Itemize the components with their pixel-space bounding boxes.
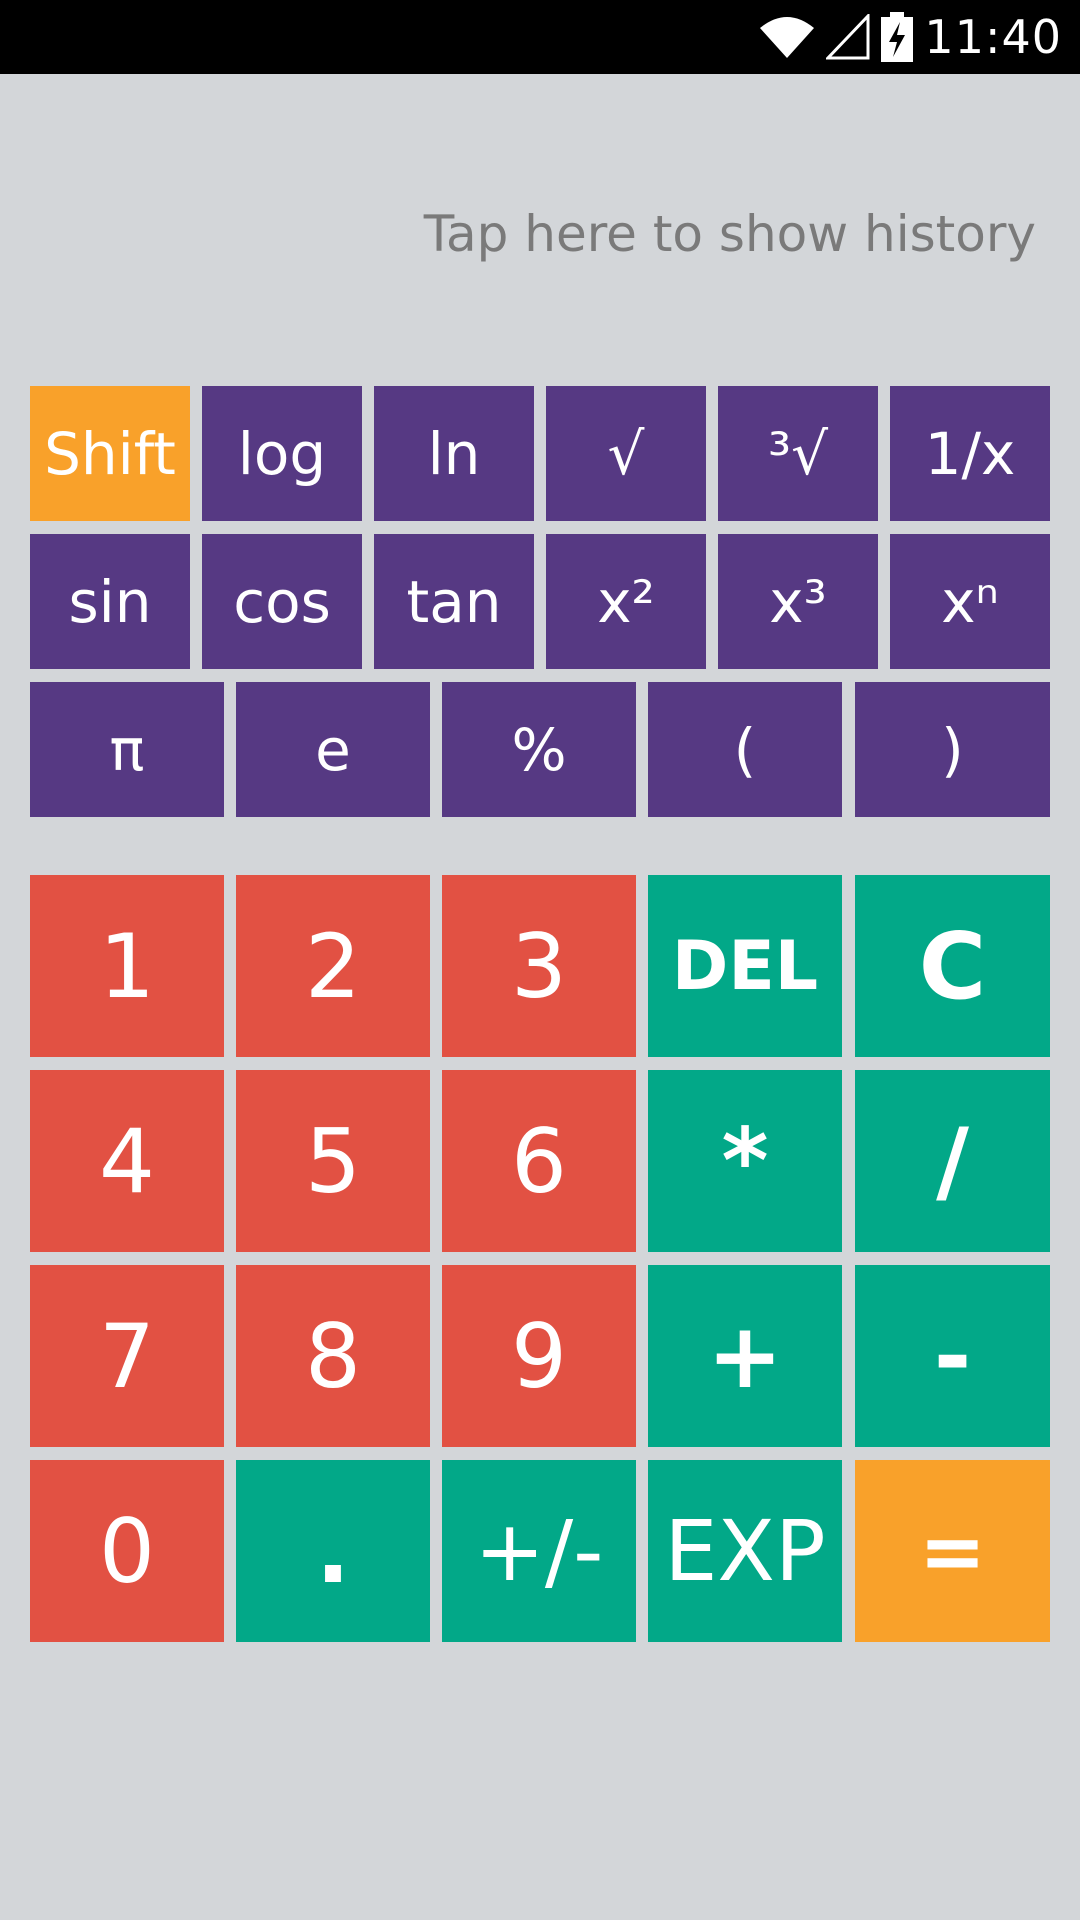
- digit-9-button[interactable]: 9: [442, 1265, 636, 1447]
- digit-3-button[interactable]: 3: [442, 875, 636, 1057]
- equals-button[interactable]: =: [855, 1460, 1050, 1642]
- status-icons: 11:40: [758, 0, 1062, 74]
- cell-signal-icon: [826, 14, 870, 60]
- digit-2-button[interactable]: 2: [236, 875, 430, 1057]
- digit-7-button[interactable]: 7: [30, 1265, 224, 1447]
- decimal-button[interactable]: .: [236, 1460, 430, 1642]
- sqrt-button[interactable]: √: [546, 386, 706, 521]
- digit-6-button[interactable]: 6: [442, 1070, 636, 1252]
- open-paren-button[interactable]: (: [648, 682, 842, 817]
- cube-root-button[interactable]: ³√: [718, 386, 878, 521]
- exp-button[interactable]: EXP: [648, 1460, 842, 1642]
- delete-button[interactable]: DEL: [648, 875, 842, 1057]
- pi-button[interactable]: π: [30, 682, 224, 817]
- wifi-icon: [760, 17, 815, 58]
- ln-button[interactable]: ln: [374, 386, 534, 521]
- tan-button[interactable]: tan: [374, 534, 534, 669]
- close-paren-button[interactable]: ): [855, 682, 1050, 817]
- digit-1-button[interactable]: 1: [30, 875, 224, 1057]
- negate-button[interactable]: +/-: [442, 1460, 636, 1642]
- e-button[interactable]: e: [236, 682, 430, 817]
- digit-4-button[interactable]: 4: [30, 1070, 224, 1252]
- cube-button[interactable]: x³: [718, 534, 878, 669]
- log-button[interactable]: log: [202, 386, 362, 521]
- multiply-button[interactable]: *: [648, 1070, 842, 1252]
- divide-button[interactable]: /: [855, 1070, 1050, 1252]
- power-button[interactable]: xⁿ: [890, 534, 1050, 669]
- digit-0-button[interactable]: 0: [30, 1460, 224, 1642]
- status-bar: 11:40: [0, 0, 1080, 74]
- digit-8-button[interactable]: 8: [236, 1265, 430, 1447]
- cos-button[interactable]: cos: [202, 534, 362, 669]
- shift-button[interactable]: Shift: [30, 386, 190, 521]
- battery-charging-icon: [881, 12, 914, 62]
- status-time: 11:40: [924, 10, 1062, 64]
- clear-button[interactable]: C: [855, 875, 1050, 1057]
- square-button[interactable]: x²: [546, 534, 706, 669]
- history-button[interactable]: Tap here to show history: [424, 205, 1036, 263]
- percent-button[interactable]: %: [442, 682, 636, 817]
- sin-button[interactable]: sin: [30, 534, 190, 669]
- reciprocal-button[interactable]: 1/x: [890, 386, 1050, 521]
- add-button[interactable]: +: [648, 1265, 842, 1447]
- digit-5-button[interactable]: 5: [236, 1070, 430, 1252]
- subtract-button[interactable]: -: [855, 1265, 1050, 1447]
